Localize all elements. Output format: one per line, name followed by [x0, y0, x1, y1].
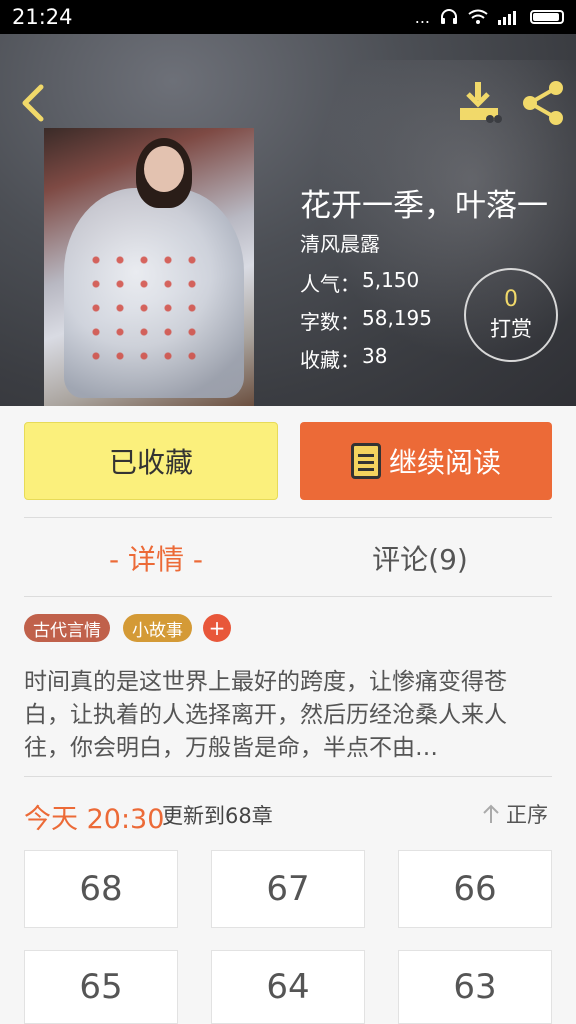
stat-popularity-value: 5,150 — [362, 268, 420, 292]
cover-floral-pattern — [84, 248, 204, 368]
battery-icon — [530, 10, 564, 24]
chapter-item[interactable]: 68 — [24, 850, 178, 928]
stat-favorites-label: 收藏： — [300, 348, 360, 372]
book-author[interactable]: 清风晨露 — [300, 228, 380, 257]
reward-button[interactable]: 0 打赏 — [464, 268, 558, 362]
chapter-item[interactable]: 63 — [398, 950, 552, 1024]
share-icon — [523, 81, 563, 125]
stat-word-count: 字数： 58,195 — [300, 306, 432, 335]
status-time: 21:24 — [12, 5, 73, 29]
headset-icon — [441, 9, 457, 24]
stat-word-count-value: 58,195 — [362, 306, 432, 330]
continue-reading-button[interactable]: 继续阅读 — [300, 422, 552, 500]
reward-label: 打赏 — [490, 317, 532, 341]
book-cover-image — [44, 128, 254, 406]
stat-favorites: 收藏： 38 — [300, 344, 387, 373]
book-title: 花开一季，叶落一 — [300, 188, 548, 224]
book-synopsis[interactable]: 时间真的是这世界上最好的跨度，让惨痛变得苍白，让执着的人选择离开，然后历经沧桑人… — [24, 666, 552, 766]
stat-word-count-label: 字数： — [300, 310, 360, 334]
tag-short-story[interactable]: 小故事 — [123, 614, 192, 642]
book-icon — [350, 443, 381, 479]
signal-icon — [498, 11, 516, 25]
tab-comments[interactable]: 评论(9) — [350, 538, 490, 578]
wifi-icon — [468, 9, 488, 24]
collected-button[interactable]: 已收藏 — [24, 422, 278, 500]
stat-popularity: 人气： 5,150 — [300, 268, 419, 297]
stat-favorites-value: 38 — [362, 344, 388, 368]
download-button[interactable] — [456, 80, 504, 126]
tag-ancient-romance[interactable]: 古代言情 — [24, 614, 110, 642]
arrow-up-icon — [483, 804, 499, 823]
add-tag-button[interactable]: + — [203, 614, 231, 642]
divider — [24, 517, 552, 518]
sort-order-button[interactable]: 正序 — [482, 798, 554, 830]
chapter-item[interactable]: 65 — [24, 950, 178, 1024]
continue-reading-label: 继续阅读 — [388, 446, 501, 479]
reward-count: 0 — [504, 287, 518, 312]
tab-detail[interactable]: - 详情 - — [96, 538, 216, 578]
divider — [24, 776, 552, 777]
sort-order-label: 正序 — [506, 803, 548, 827]
status-bar: 21:24 ... — [0, 0, 576, 34]
update-status: 更新到68章 — [162, 804, 273, 828]
more-dots-icon: ... — [414, 7, 430, 27]
chapter-item[interactable]: 66 — [398, 850, 552, 928]
share-button[interactable] — [520, 80, 568, 126]
chevron-left-icon — [22, 84, 44, 122]
download-icon — [460, 82, 502, 123]
status-icons: ... — [415, 8, 564, 27]
chapter-item[interactable]: 67 — [211, 850, 365, 928]
back-button[interactable] — [12, 78, 52, 128]
cover-face-shape — [144, 146, 184, 192]
stat-popularity-label: 人气： — [300, 272, 360, 296]
divider — [24, 596, 552, 597]
chapter-item[interactable]: 64 — [211, 950, 365, 1024]
update-time: 今天 20:30 — [24, 804, 165, 835]
